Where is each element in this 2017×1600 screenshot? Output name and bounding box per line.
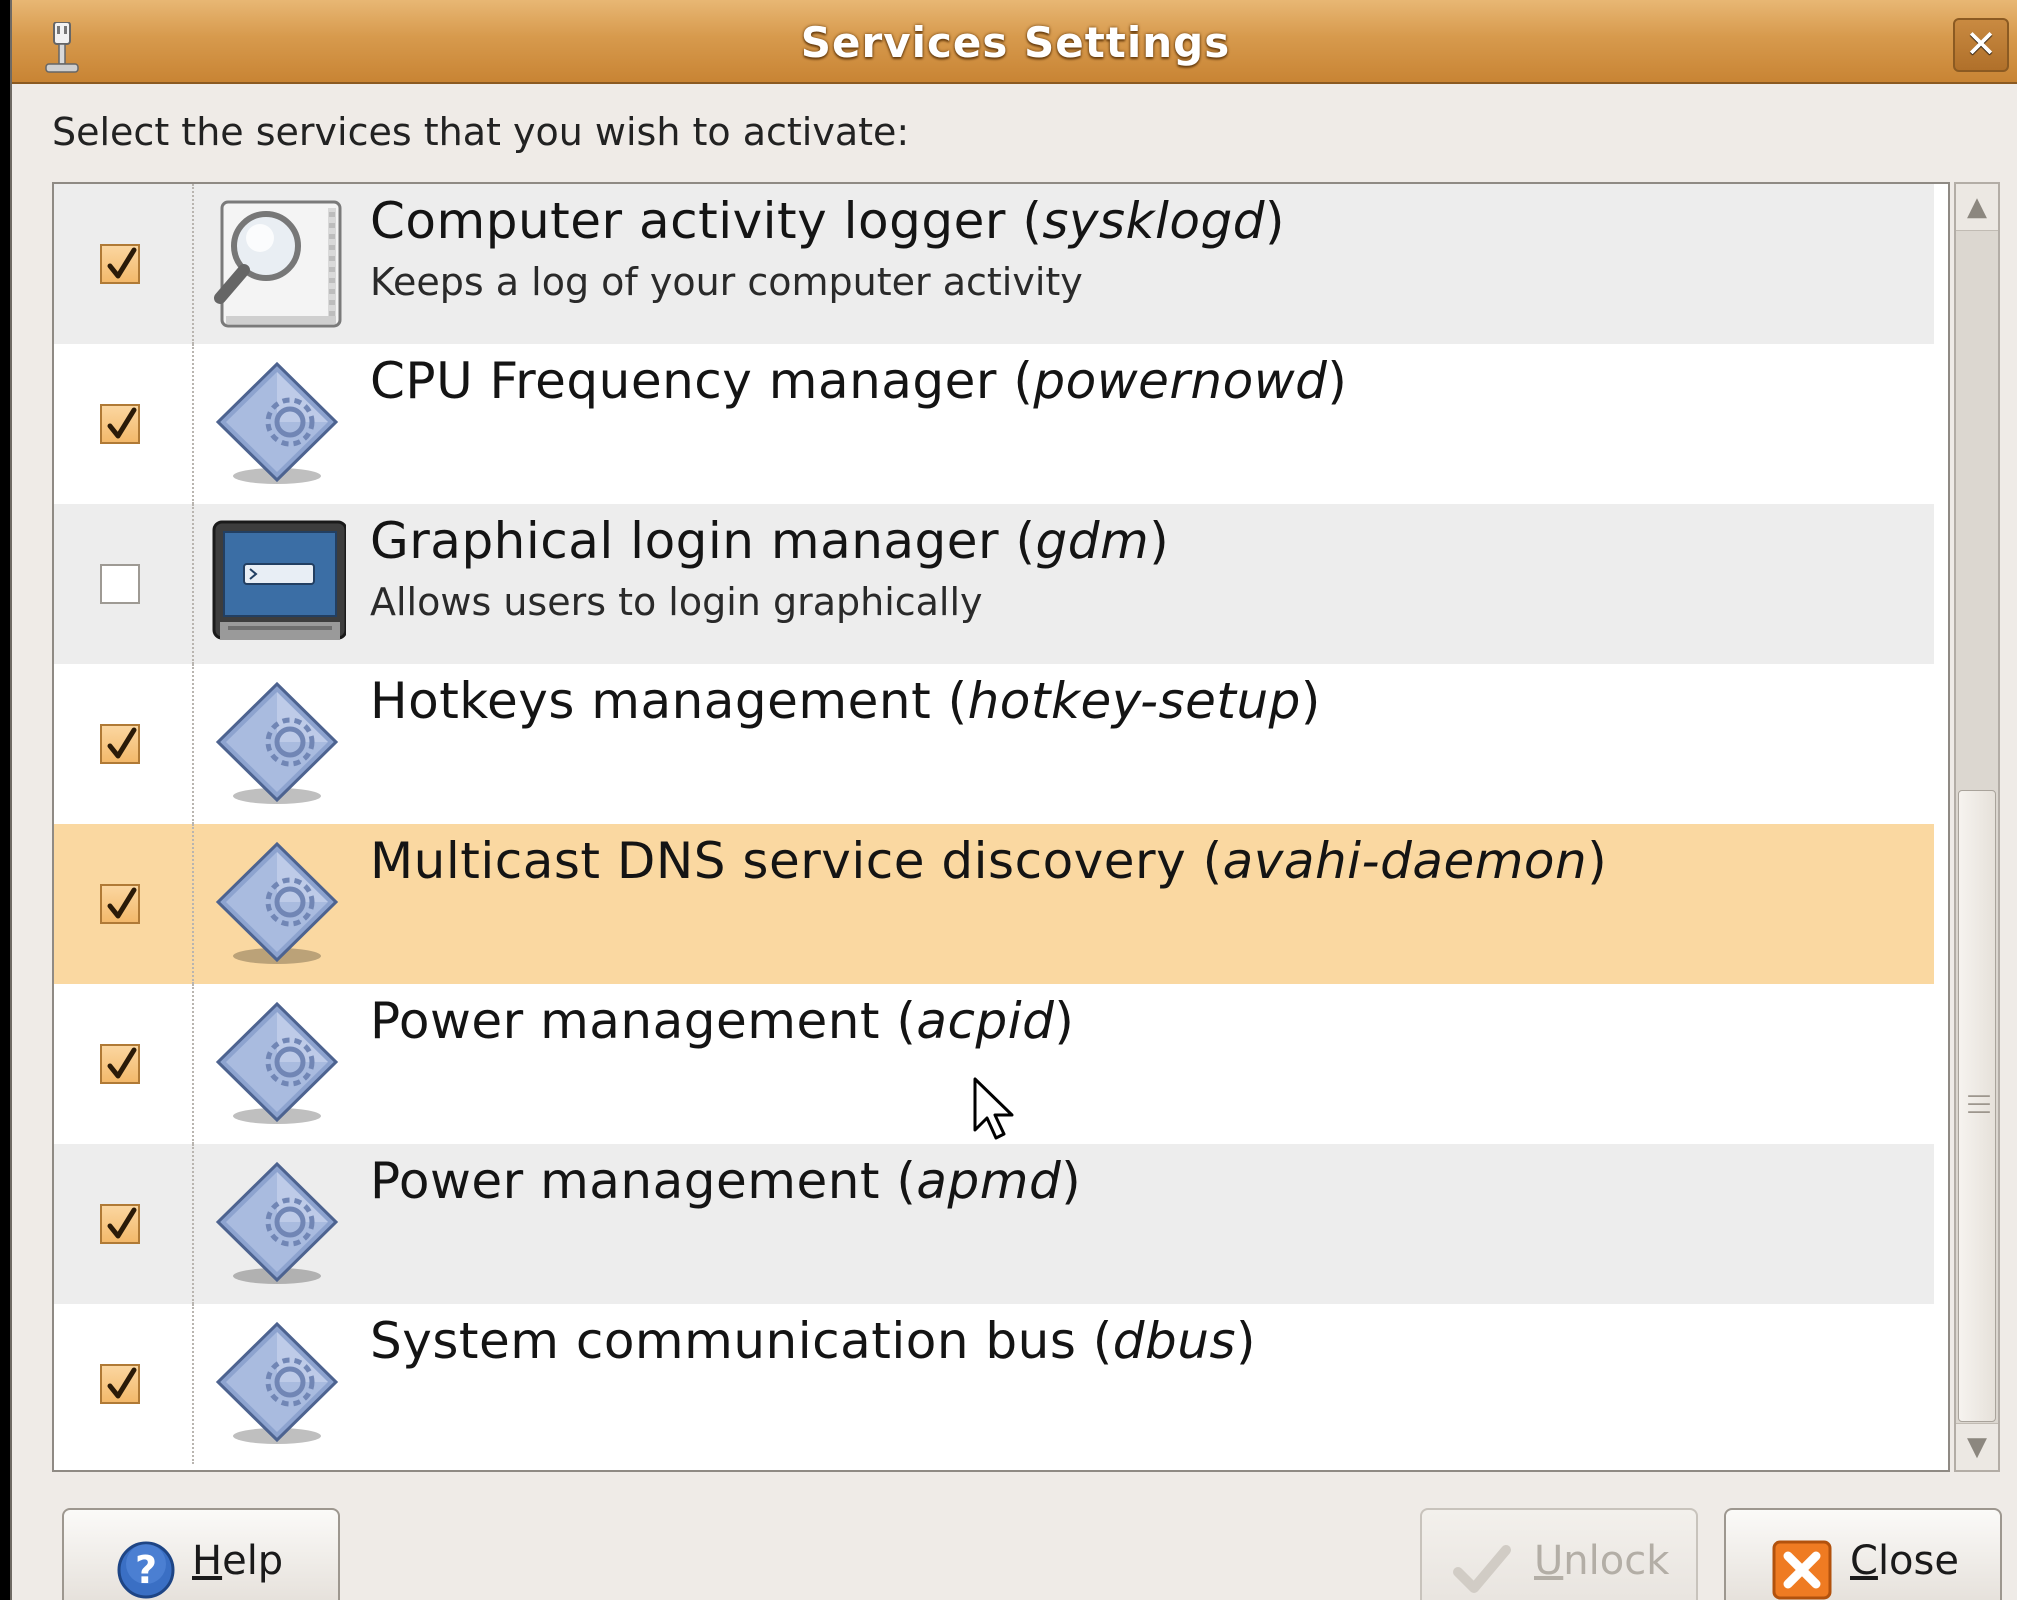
service-gear-icon	[215, 1001, 339, 1124]
column-divider	[192, 504, 194, 664]
checkmark-icon	[107, 247, 137, 279]
service-row[interactable]: Multicast DNS service discovery (avahi-d…	[54, 824, 1934, 984]
service-daemon: avahi-daemon	[1222, 832, 1588, 890]
service-title-suffix: )	[1300, 672, 1321, 730]
help-icon: ?	[117, 1541, 175, 1599]
column-divider	[192, 1144, 194, 1304]
service-title-suffix: )	[1236, 1312, 1257, 1370]
svg-text:?: ?	[135, 1548, 157, 1592]
service-title-suffix: )	[1327, 352, 1348, 410]
service-name: Hotkeys management (hotkey-setup)	[370, 672, 1321, 730]
service-title-suffix: )	[1061, 1152, 1082, 1210]
close-icon	[1772, 1540, 1832, 1600]
service-checkbox[interactable]	[100, 724, 140, 764]
service-title: Computer activity logger (	[370, 192, 1043, 250]
vertical-scrollbar[interactable]: ▲ — — — ▼	[1954, 182, 2000, 1472]
service-checkbox[interactable]	[100, 884, 140, 924]
help-button-label: Help	[192, 1538, 284, 1584]
service-daemon: dbus	[1112, 1312, 1237, 1370]
unlock-check-icon	[1453, 1545, 1511, 1593]
mouse-pointer-icon	[973, 1077, 1014, 1140]
service-title-suffix: )	[1587, 832, 1608, 890]
service-gear-icon	[215, 361, 339, 484]
service-row[interactable]: Power management (apmd)	[54, 1144, 1934, 1304]
service-gear-icon	[215, 681, 339, 804]
service-gear-icon	[215, 841, 339, 964]
column-divider	[192, 664, 194, 824]
service-name: Graphical login manager (gdm)	[370, 512, 1169, 570]
service-title: Power management (	[370, 1152, 917, 1210]
service-description: Allows users to login graphically	[370, 580, 983, 624]
service-daemon: sysklogd	[1042, 192, 1265, 250]
service-row[interactable]: Graphical login manager (gdm) Allows use…	[54, 504, 1934, 664]
service-row[interactable]: Hotkeys management (hotkey-setup)	[54, 664, 1934, 824]
service-title: Hotkeys management (	[370, 672, 968, 730]
scroll-down-arrow-icon[interactable]: ▼	[1956, 1423, 1998, 1470]
service-title-suffix: )	[1054, 992, 1075, 1050]
service-name: CPU Frequency manager (powernowd)	[370, 352, 1347, 410]
service-daemon: gdm	[1035, 512, 1150, 570]
scrollbar-thumb[interactable]: — — —	[1958, 790, 1996, 1422]
service-name: Power management (acpid)	[370, 992, 1074, 1050]
scroll-up-arrow-icon[interactable]: ▲	[1956, 184, 1998, 231]
service-name: System communication bus (dbus)	[370, 1312, 1256, 1370]
service-daemon: acpid	[916, 992, 1055, 1050]
service-title-suffix: )	[1149, 512, 1170, 570]
unlock-button[interactable]: Unlock	[1420, 1508, 1698, 1600]
checkmark-icon	[107, 1047, 137, 1079]
service-gear-icon	[215, 1321, 339, 1444]
service-title: Power management (	[370, 992, 917, 1050]
close-button[interactable]: Close	[1724, 1508, 2002, 1600]
checkmark-icon	[107, 887, 137, 919]
service-gear-icon	[215, 1161, 339, 1284]
help-button[interactable]: ? Help	[62, 1508, 340, 1600]
service-checkbox[interactable]	[100, 1204, 140, 1244]
services-settings-window: Services Settings ✕ Select the services …	[10, 0, 2017, 1600]
instruction-label: Select the services that you wish to act…	[52, 110, 910, 154]
checkmark-icon	[107, 1367, 137, 1399]
login-screen-icon	[212, 520, 346, 640]
window-title: Services Settings	[800, 18, 1231, 67]
service-row[interactable]: System communication bus (dbus)	[54, 1304, 1934, 1464]
service-daemon: powernowd	[1033, 352, 1328, 410]
service-title: System communication bus (	[370, 1312, 1113, 1370]
service-name: Power management (apmd)	[370, 1152, 1081, 1210]
title-bar[interactable]: Services Settings ✕	[12, 0, 2017, 84]
service-checkbox[interactable]	[100, 1044, 140, 1084]
service-title: Multicast DNS service discovery (	[370, 832, 1223, 890]
unlock-button-label: Unlock	[1534, 1538, 1670, 1584]
window-close-button[interactable]: ✕	[1953, 18, 2009, 72]
service-title-suffix: )	[1264, 192, 1285, 250]
column-divider	[192, 1304, 194, 1464]
service-checkbox[interactable]	[100, 404, 140, 444]
service-checkbox[interactable]	[100, 564, 140, 604]
close-icon: ✕	[1965, 22, 1997, 66]
service-daemon: hotkey-setup	[967, 672, 1301, 730]
service-daemon: apmd	[916, 1152, 1062, 1210]
service-name: Computer activity logger (sysklogd)	[370, 192, 1285, 250]
close-button-label: Close	[1850, 1538, 1959, 1584]
grip-icon: — — —	[1967, 1081, 1991, 1125]
services-list[interactable]: Computer activity logger (sysklogd) Keep…	[52, 182, 1950, 1472]
column-divider	[192, 824, 194, 984]
service-name: Multicast DNS service discovery (avahi-d…	[370, 832, 1607, 890]
service-description: Keeps a log of your computer activity	[370, 260, 1083, 304]
checkmark-icon	[107, 407, 137, 439]
service-title: Graphical login manager (	[370, 512, 1036, 570]
service-checkbox[interactable]	[100, 244, 140, 284]
service-title: CPU Frequency manager (	[370, 352, 1034, 410]
column-divider	[192, 984, 194, 1144]
service-row[interactable]: CPU Frequency manager (powernowd)	[54, 344, 1934, 504]
column-divider	[192, 184, 194, 344]
service-checkbox[interactable]	[100, 1364, 140, 1404]
checkmark-icon	[107, 727, 137, 759]
log-viewer-icon	[214, 200, 342, 328]
checkmark-icon	[107, 1207, 137, 1239]
column-divider	[192, 344, 194, 504]
service-row[interactable]: Computer activity logger (sysklogd) Keep…	[54, 184, 1934, 344]
